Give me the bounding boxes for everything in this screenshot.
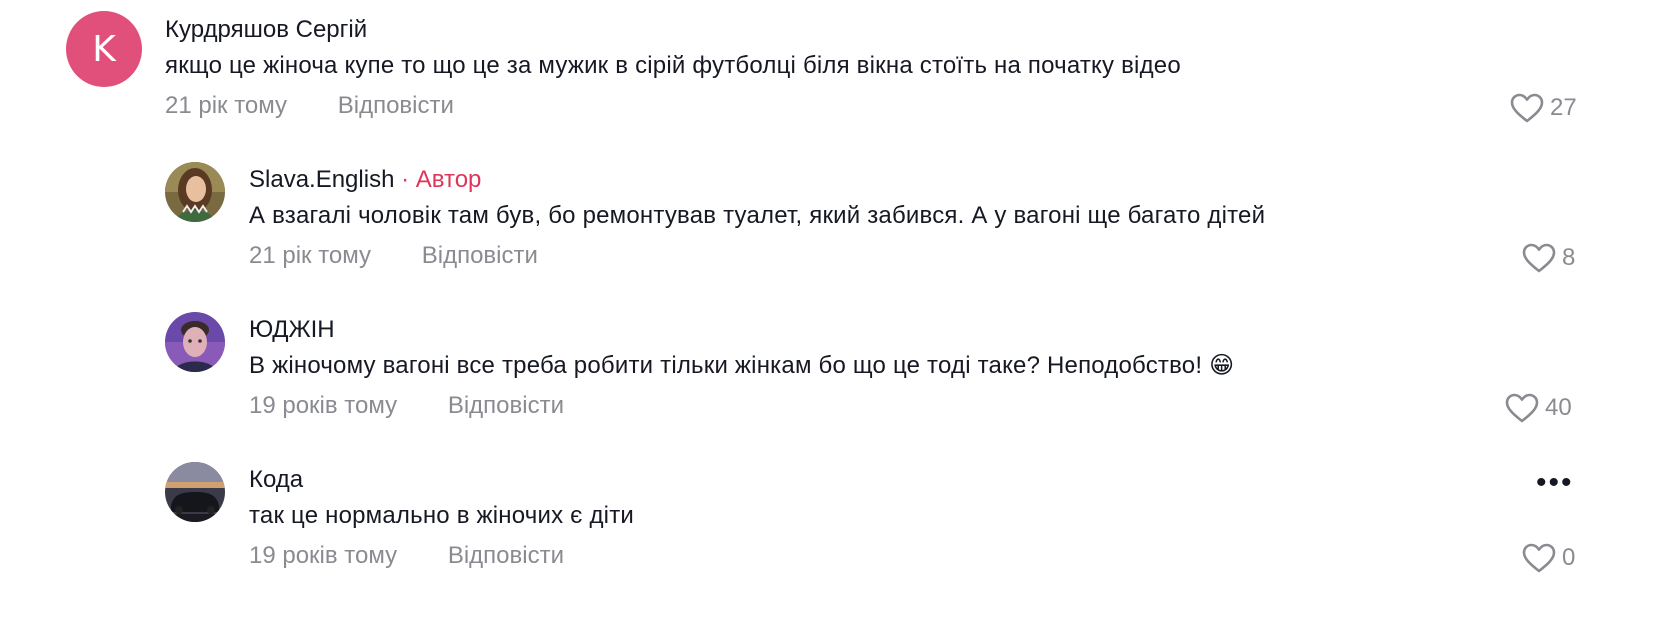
- reply-button[interactable]: Відповісти: [448, 542, 564, 569]
- car-avatar-icon: [165, 462, 225, 522]
- comment-author-name[interactable]: Курдряшов Сергій: [165, 16, 367, 43]
- heart-icon: [1505, 392, 1539, 424]
- comment-author-name[interactable]: ЮДЖІН: [249, 316, 335, 343]
- comment-meta: 19 років тому Відповісти: [249, 390, 1234, 422]
- comment-text: якщо це жіноча купе то що це за мужик в …: [165, 52, 1181, 79]
- like-count: 40: [1545, 394, 1572, 421]
- more-options-icon[interactable]: •••: [1536, 466, 1574, 500]
- like-button[interactable]: 0: [1522, 542, 1575, 574]
- reply-button[interactable]: Відповісти: [422, 242, 538, 269]
- comment-meta: 19 років тому Відповісти: [249, 540, 634, 572]
- woman-avatar-icon: [165, 162, 225, 222]
- avatar[interactable]: [165, 462, 225, 522]
- like-button[interactable]: 40: [1505, 392, 1572, 424]
- man-avatar-icon: [165, 312, 225, 372]
- heart-icon: [1522, 542, 1556, 574]
- comment-author-line: ЮДЖІН: [249, 314, 1234, 346]
- comment-text: так це нормально в жіночих є діти: [249, 502, 635, 529]
- comment-author-line: Кода: [249, 464, 634, 496]
- comment-time: 19 років тому: [249, 542, 398, 569]
- avatar[interactable]: [165, 162, 225, 222]
- comment-text: В жіночому вагоні все треба робити тільк…: [249, 352, 1235, 379]
- like-button[interactable]: 8: [1522, 242, 1575, 274]
- comment-author-line: Slava.English · Автор: [249, 164, 1265, 196]
- comment-text: А взагалі чоловік там був, бо ремонтував…: [249, 202, 1266, 229]
- avatar-letter: K: [66, 11, 142, 87]
- comment-author-name[interactable]: Кода: [249, 466, 303, 493]
- comment-meta: 21 рік тому Відповісти: [249, 240, 1265, 272]
- like-count: 27: [1550, 94, 1577, 121]
- reply-button[interactable]: Відповісти: [448, 392, 564, 419]
- heart-icon: [1510, 92, 1544, 124]
- reply-button[interactable]: Відповісти: [338, 92, 454, 119]
- comment-time: 21 рік тому: [249, 242, 372, 269]
- author-badge: · Автор: [394, 166, 482, 193]
- like-count: 0: [1562, 544, 1576, 571]
- avatar[interactable]: K: [66, 11, 142, 87]
- comment-time: 19 років тому: [249, 392, 398, 419]
- like-button[interactable]: 27: [1510, 92, 1577, 124]
- heart-icon: [1522, 242, 1556, 274]
- comment-meta: 21 рік тому Відповісти: [165, 90, 1181, 122]
- comment-author-name[interactable]: Slava.English: [249, 166, 394, 193]
- like-count: 8: [1562, 244, 1576, 271]
- comment-author-line: Курдряшов Сергій: [165, 14, 1181, 46]
- avatar[interactable]: [165, 312, 225, 372]
- comment-time: 21 рік тому: [165, 92, 288, 119]
